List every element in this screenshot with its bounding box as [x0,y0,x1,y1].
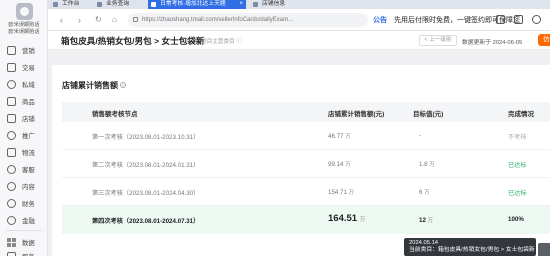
table-row: 第三次考核（2023.08.01-2024.04.30） 154.71 万 6 … [62,178,550,206]
status-badge: 不考核 [508,134,527,141]
assessment-node: 第一次考核（2023.08.01-2023.10.31） [92,134,200,141]
close-icon[interactable]: × [239,0,243,9]
tooltip-category: 当前类目：箱包皮具/热销女包/男包 > 女士包袋新 [409,247,535,253]
column-target: 目标值(元) [413,111,444,118]
sidebar-divider [6,230,42,231]
sidebar-item-data[interactable]: 数据 [7,236,47,248]
reload-icon[interactable]: ↻ [95,15,102,25]
sales-value: 99.14 万 [328,161,351,168]
target-value: 12 万 [419,217,434,224]
copy-icon[interactable] [514,15,523,24]
sidebar-item-logistics[interactable]: 物流 [7,146,47,158]
card-title: 店铺累计销售额? [62,81,126,90]
sidebar-item-loan[interactable]: 金融 [7,214,47,226]
sidebar-item-marketing[interactable]: 营销 [7,44,47,56]
page-header: 箱包皮具/热销女包/男包 > 女士包袋新 类目主营类目 ⓘ < 上一级别 数据更… [48,31,550,50]
sidebar-item-customer-service[interactable]: 客服 [7,163,47,175]
extension-icon[interactable] [496,15,505,24]
page-icon [151,2,156,7]
table-row: 第二次考核（2023.08.01-2024.01.31） 99.14 万 1.8… [62,150,550,178]
completion-percent: 100% [508,216,524,223]
url-input[interactable]: https://zhaoshang.tmall.com/sellerInfoCa… [128,13,368,27]
page-icon [253,2,258,7]
sidebar-item-store[interactable]: 店铺 [7,112,47,124]
store-name-line2: 欧米误颠陷话 [8,29,40,35]
category-subtitle: 类目主营类目 ⓘ [201,39,242,45]
sales-value: 46.77 万 [328,133,351,140]
page-icon [53,2,58,7]
home-icon[interactable]: ⌂ [112,15,117,25]
page-title: 箱包皮具/热销女包/男包 > 女士包袋新 [61,36,205,46]
previous-level-button[interactable]: < 上一级别 [419,35,457,46]
lock-icon [133,17,138,22]
history-icon[interactable] [532,15,541,24]
goods-icon [7,96,16,106]
sidebar-item-service[interactable]: 服务 [7,250,47,256]
notice-tag[interactable]: 公告 [373,15,387,25]
sidebar-item-transaction[interactable]: 交易 [7,61,47,73]
app-sidebar: 欧米误颠陷话 欧米误颠陷话 营销 交易 私域 商品 店铺 推广 物流 客服 内容… [0,0,48,256]
column-sales: 店铺累计销售额(元) [328,111,385,118]
assessment-node: 第二次考核（2023.08.01-2024.01.31） [92,162,200,169]
tooltip: 2024.05.14 当前类目：箱包皮具/热销女包/男包 > 女士包袋新 [404,238,536,256]
table-row: 第一次考核（2023.08.01-2023.10.31） 46.77 万 - 不… [62,122,550,150]
forward-icon[interactable]: › [78,15,81,25]
megaphone-icon [7,45,16,55]
store-logo[interactable] [16,3,33,20]
floating-button[interactable] [538,243,550,256]
help-icon[interactable]: ? [120,82,126,88]
target-value: - [419,132,422,139]
action-button[interactable]: 仿 [538,34,550,46]
tab-daily-assessment[interactable]: 日常考核-增加北达上天题 × [148,0,246,9]
sidebar-item-promotion[interactable]: 推广 [7,129,47,141]
table-header: 销售额考核节点 店铺累计销售额(元) 目标值(元) 完成情况 [62,102,550,122]
tab-store-info[interactable]: 店铺信息 [250,0,310,9]
target-value: 6 万 [419,189,430,196]
store-name: 欧米误颠陷话 [8,22,40,28]
back-icon[interactable]: ‹ [60,15,63,25]
sales-card: 店铺累计销售额? 销售额考核节点 店铺累计销售额(元) 目标值(元) 完成情况 … [52,65,550,256]
store-icon [7,113,16,123]
sidebar-item-goods[interactable]: 商品 [7,95,47,107]
status-badge: 已达标 [508,162,527,169]
service-icon [7,251,16,256]
sidebar-item-private[interactable]: 私域 [7,78,47,90]
tab-business-query[interactable]: 业务查询 [94,0,144,9]
sales-value: 154.71 万 [328,189,355,196]
promotion-icon [7,130,16,140]
data-update-time: 数据更新于 2024-06-05 [462,40,523,46]
customer-service-icon [7,164,16,174]
content-icon [7,181,16,191]
status-badge: 已达标 [508,190,527,197]
finance-icon [7,198,16,208]
tooltip-date: 2024.05.14 [409,240,439,246]
address-bar: ‹ › ↻ ⌂ https://zhaoshang.tmall.com/sell… [48,9,550,31]
transaction-icon [7,62,16,72]
data-icon [7,237,16,247]
column-node: 销售额考核节点 [92,111,138,118]
loan-icon [7,215,16,225]
sidebar-item-finance[interactable]: 财务 [7,197,47,209]
column-status: 完成情况 [508,111,534,118]
tab-workbench[interactable]: 工作台 [50,0,90,9]
page-icon [97,2,102,7]
logistics-icon [7,147,16,157]
table-row-current: 第四次考核（2023.08.01-2024.07.31） 164.51 万 12… [62,206,550,234]
browser-tab-bar: 工作台 业务查询 日常考核-增加北达上天题 × 店铺信息 [48,0,550,9]
target-value: 1.8 万 [419,161,435,168]
private-domain-icon [7,79,16,89]
sidebar-item-content[interactable]: 内容 [7,180,47,192]
assessment-node: 第三次考核（2023.08.01-2024.04.30） [92,190,200,197]
sales-value: 164.51 万 [328,213,366,224]
assessment-node: 第四次考核（2023.08.01-2024.07.31） [92,218,200,225]
